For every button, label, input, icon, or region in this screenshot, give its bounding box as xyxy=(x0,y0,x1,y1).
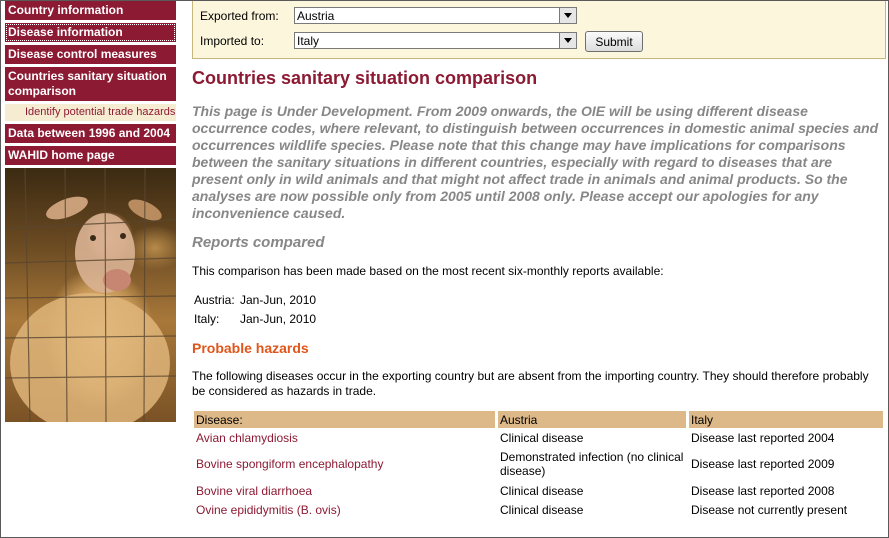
sidebar-item-sanitary-comparison[interactable]: Countries sanitary situation comparison xyxy=(5,67,176,101)
exporter-status: Clinical disease xyxy=(500,483,584,498)
table-header-row: Disease: Austria Italy xyxy=(194,411,883,428)
sidebar-item-country-information[interactable]: Country information xyxy=(5,1,176,20)
disease-link[interactable]: Bovine spongiform encephalopathy xyxy=(194,447,495,481)
sidebar-item-disease-control-measures[interactable]: Disease control measures xyxy=(5,45,176,64)
reports-intro: This comparison has been made based on t… xyxy=(192,264,664,278)
chevron-down-icon[interactable] xyxy=(559,33,576,48)
disease-link[interactable]: Bovine viral diarrhoea xyxy=(194,481,495,500)
table-row: Avian chlamydiosis Clinical disease Dise… xyxy=(194,428,883,447)
importer-status: Disease last reported 2009 xyxy=(691,457,835,471)
importer-status: Disease not currently present xyxy=(691,502,848,517)
development-notice: This page is Under Development. From 200… xyxy=(192,103,879,221)
probable-hazards-heading: Probable hazards xyxy=(192,340,309,356)
sidebar-item-disease-information[interactable]: Disease information xyxy=(5,23,176,42)
country-filter-panel: Exported from: Austria Imported to: Ital… xyxy=(192,1,886,59)
report-country: Austria: xyxy=(194,293,235,307)
report-country: Italy: xyxy=(194,312,220,326)
column-header-exporter: Austria xyxy=(498,411,686,428)
sidebar-subitem-trade-hazards[interactable]: Identify potential trade hazards xyxy=(5,104,176,121)
page-frame: Country information Disease information … xyxy=(0,0,889,538)
disease-link[interactable]: Avian chlamydiosis xyxy=(194,428,495,447)
submit-button[interactable]: Submit xyxy=(585,31,643,52)
exported-from-label: Exported from: xyxy=(200,9,279,23)
imported-to-select[interactable]: Italy xyxy=(294,32,577,49)
hazards-intro: The following diseases occur in the expo… xyxy=(192,369,869,398)
imported-to-value: Italy xyxy=(297,34,320,48)
imported-to-label: Imported to: xyxy=(200,34,265,48)
report-row: Italy: Jan-Jun, 2010 xyxy=(192,312,884,327)
table-row: Bovine viral diarrhoea Clinical disease … xyxy=(194,481,883,500)
exporter-status: Clinical disease xyxy=(500,502,584,517)
exporter-status: Clinical disease xyxy=(500,430,584,445)
report-row: Austria: Jan-Jun, 2010 xyxy=(192,293,884,308)
hazards-table: Disease: Austria Italy Avian chlamydiosi… xyxy=(191,411,886,519)
reports-list: Austria: Jan-Jun, 2010 Italy: Jan-Jun, 2… xyxy=(192,293,884,327)
table-row: Bovine spongiform encephalopathy Demonst… xyxy=(194,447,883,481)
main-content: Countries sanitary situation comparison … xyxy=(192,67,884,519)
sidebar: Country information Disease information … xyxy=(5,1,176,422)
report-period: Jan-Jun, 2010 xyxy=(240,293,317,307)
importer-status: Disease last reported 2008 xyxy=(691,483,835,498)
exported-from-select[interactable]: Austria xyxy=(294,7,577,24)
page-title: Countries sanitary situation comparison xyxy=(192,68,538,88)
sheep-photo xyxy=(5,168,176,422)
exporter-status: Demonstrated infection (no clinical dise… xyxy=(500,450,684,478)
report-period: Jan-Jun, 2010 xyxy=(240,312,317,326)
chevron-down-icon[interactable] xyxy=(559,8,576,23)
sidebar-item-wahid-home[interactable]: WAHID home page xyxy=(5,146,176,165)
column-header-disease: Disease: xyxy=(194,411,495,428)
importer-status: Disease last reported 2004 xyxy=(691,430,835,445)
sidebar-item-data-1996-2004[interactable]: Data between 1996 and 2004 xyxy=(5,124,176,143)
table-row: Ovine epididymitis (B. ovis) Clinical di… xyxy=(194,500,883,519)
column-header-importer: Italy xyxy=(689,411,883,428)
exported-from-value: Austria xyxy=(297,9,335,23)
disease-link[interactable]: Ovine epididymitis (B. ovis) xyxy=(194,500,495,519)
reports-compared-heading: Reports compared xyxy=(192,234,325,251)
